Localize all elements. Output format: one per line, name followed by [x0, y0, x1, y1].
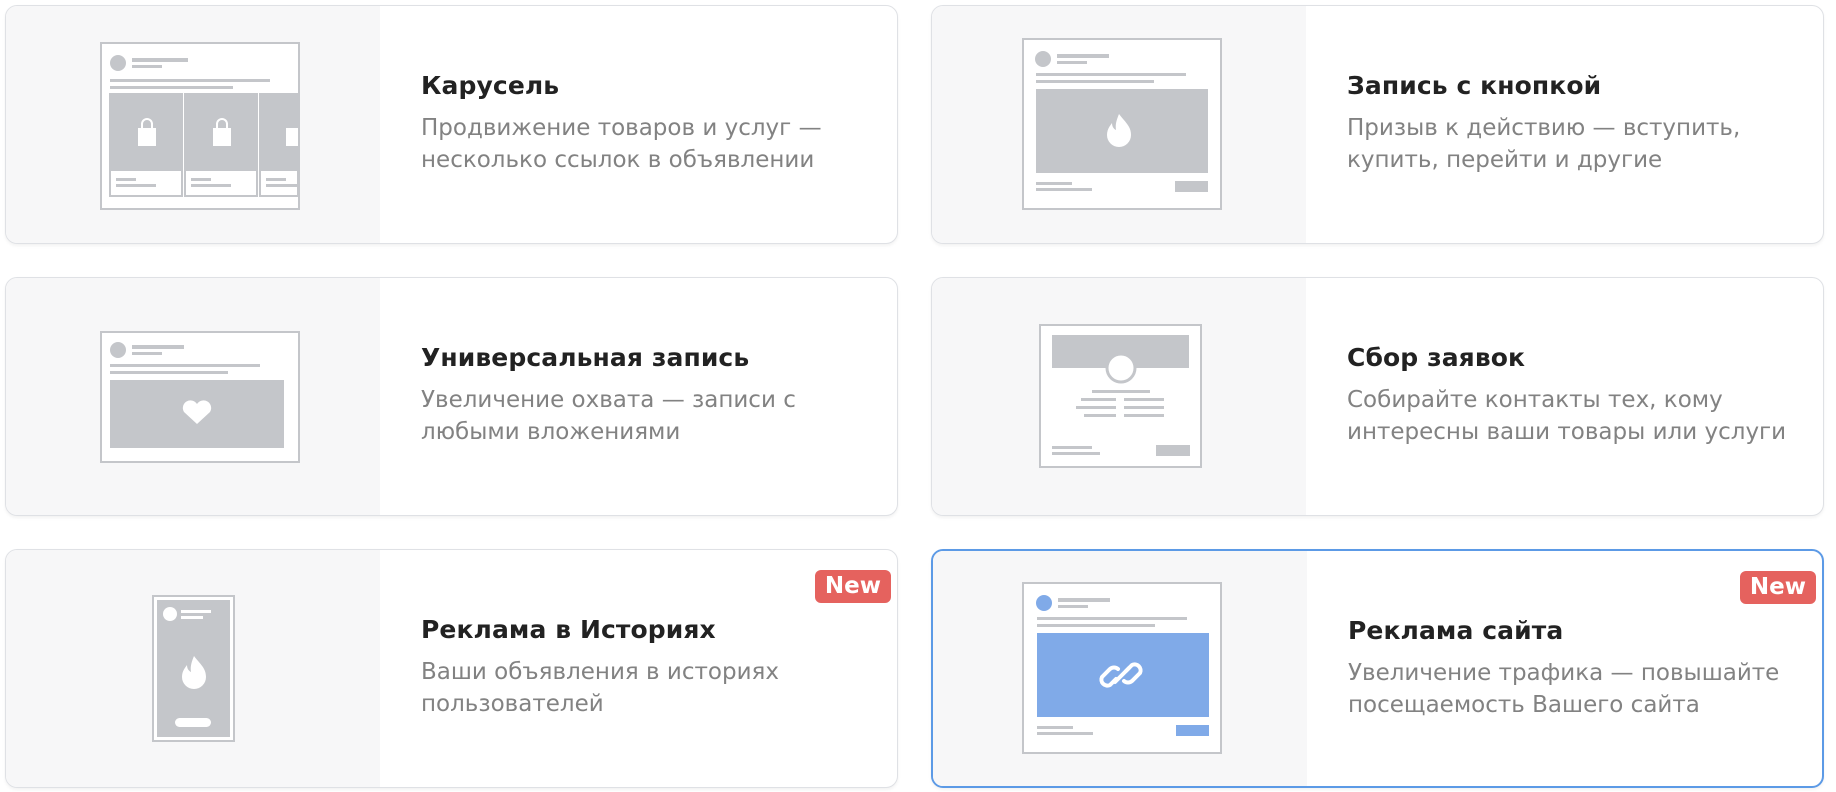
new-badge: New: [814, 570, 891, 603]
ad-format-card-website[interactable]: Реклама сайта Увеличение трафика — повыш…: [931, 549, 1824, 788]
lead-form-preview-icon: [1039, 324, 1202, 468]
ad-format-grid: Карусель Продвижение товаров и услуг — н…: [0, 0, 1836, 792]
card-preview: [933, 551, 1307, 786]
card-description: Собирайте контакты тех, кому интересны в…: [1347, 387, 1787, 445]
card-preview: [6, 278, 380, 515]
card-preview: [932, 278, 1306, 515]
card-title: Универсальная запись: [421, 343, 750, 372]
card-description: Продвижение товаров и услуг — несколько …: [421, 115, 822, 173]
ad-format-card-button-post[interactable]: Запись с кнопкой Призыв к действию — вст…: [931, 5, 1824, 244]
new-badge: New: [1739, 571, 1816, 604]
ad-format-card-stories[interactable]: Реклама в Историях Ваши объявления в ист…: [5, 549, 898, 788]
card-title: Карусель: [421, 71, 560, 100]
card-title: Реклама в Историях: [421, 615, 716, 644]
card-title: Запись с кнопкой: [1347, 71, 1602, 100]
carousel-preview-icon: [100, 42, 300, 210]
card-title: Сбор заявок: [1347, 343, 1526, 372]
card-preview: [6, 6, 380, 243]
ad-format-card-carousel[interactable]: Карусель Продвижение товаров и услуг — н…: [5, 5, 898, 244]
card-title: Реклама сайта: [1348, 616, 1564, 645]
ad-format-card-universal-post[interactable]: Универсальная запись Увеличение охвата —…: [5, 277, 898, 516]
card-description: Увеличение трафика — повышайте посещаемо…: [1348, 660, 1780, 718]
button-post-preview-icon: [1022, 38, 1222, 210]
card-preview: [6, 550, 380, 787]
card-description: Призыв к действию — вступить, купить, пе…: [1347, 115, 1741, 173]
card-preview: [932, 6, 1306, 243]
universal-post-preview-icon: [100, 331, 300, 463]
stories-preview-icon: [152, 595, 235, 742]
ad-format-card-lead-form[interactable]: Сбор заявок Собирайте контакты тех, кому…: [931, 277, 1824, 516]
card-description: Увеличение охвата — записи с любыми влож…: [421, 387, 796, 445]
card-description: Ваши объявления в историях пользователей: [421, 659, 779, 717]
website-ad-preview-icon: [1022, 582, 1222, 754]
